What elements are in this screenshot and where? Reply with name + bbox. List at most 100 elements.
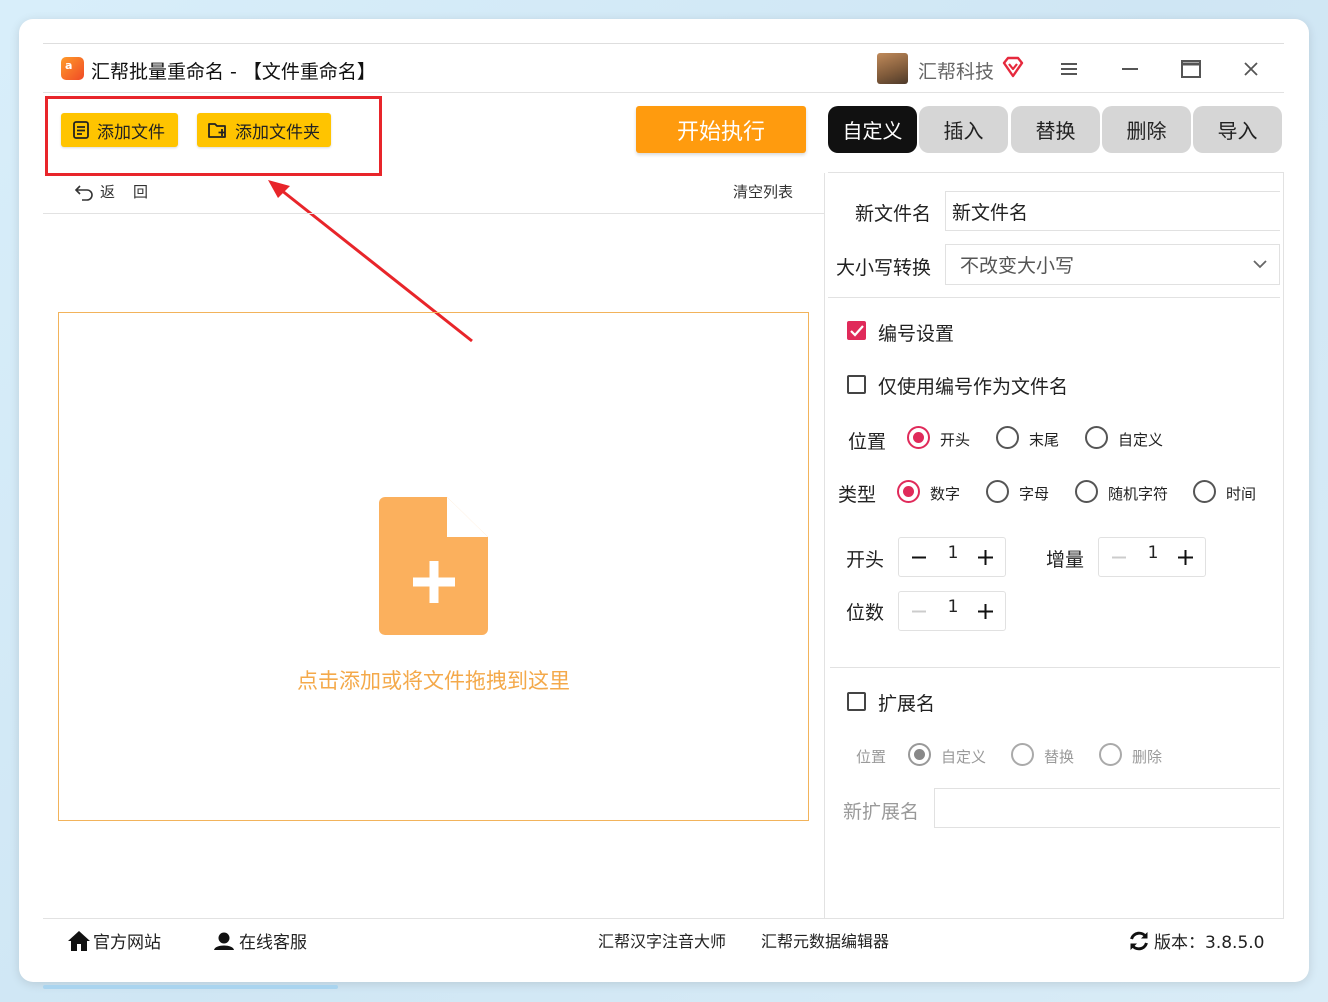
refresh-icon [1130,931,1148,950]
type-label: 类型 [838,484,877,506]
type-radio-number[interactable] [897,480,920,503]
start-minus-button[interactable] [901,538,937,576]
numbering-label: 编号设置 [878,323,955,345]
increment-value[interactable]: 1 [1135,543,1171,563]
tab-insert[interactable]: 插入 [919,106,1008,153]
support-user-icon [214,932,234,950]
type-option-number: 数字 [930,485,961,503]
type-option-time: 时间 [1226,485,1257,503]
increment-plus-button[interactable] [1167,538,1203,576]
minus-icon [1112,556,1126,558]
type-option-random: 随机字符 [1108,485,1169,503]
user-avatar[interactable] [877,53,908,84]
product-link-2[interactable]: 汇帮元数据编辑器 [761,928,889,952]
position-option-custom: 自定义 [1118,431,1164,449]
digits-minus-button[interactable] [901,592,937,630]
ext-option-delete: 删除 [1132,748,1163,766]
list-header-divider [43,213,824,214]
new-ext-input[interactable] [934,788,1280,828]
type-radio-time[interactable] [1193,480,1216,503]
type-radio-letter[interactable] [986,480,1009,503]
case-select[interactable]: 不改变大小写 [945,244,1280,285]
settings-top-divider [828,172,1284,173]
titlebar-divider [43,92,1284,93]
window-title: 汇帮批量重命名 - 【文件重命名】 [91,61,376,83]
ext-radio-custom[interactable] [908,743,931,766]
support-label: 在线客服 [239,933,307,953]
check-icon [850,325,864,337]
tab-delete[interactable]: 删除 [1102,106,1191,153]
start-value[interactable]: 1 [935,543,971,563]
start-plus-button[interactable] [967,538,1003,576]
digits-value[interactable]: 1 [935,597,971,617]
clear-list-button[interactable]: 清空列表 [733,181,793,202]
app-logo: a [61,57,84,80]
new-name-input[interactable]: 新文件名 [945,191,1280,231]
ext-option-custom: 自定义 [941,748,987,766]
start-value-label: 开头 [846,549,885,571]
position-radio-custom[interactable] [1085,426,1108,449]
file-drop-zone[interactable]: 点击添加或将文件拖拽到这里 [58,312,809,821]
vip-diamond-icon[interactable] [1001,55,1025,79]
increment-stepper[interactable]: 1 [1098,537,1206,577]
minus-icon [912,610,926,612]
minus-icon [912,556,926,558]
type-option-letter: 字母 [1019,485,1050,503]
position-radio-start[interactable] [907,426,930,449]
only-number-label: 仅使用编号作为文件名 [878,376,1069,398]
new-ext-label: 新扩展名 [843,801,920,823]
version-info[interactable]: 版本：3.8.5.0 [1128,928,1264,953]
extension-label: 扩展名 [878,693,936,715]
window-top-border [43,43,1284,44]
position-option-end: 末尾 [1029,431,1060,449]
maximize-icon[interactable] [1174,52,1208,86]
support-link[interactable]: 在线客服 [213,928,307,953]
position-option-start: 开头 [940,431,971,449]
increment-minus-button[interactable] [1101,538,1137,576]
plus-icon [1177,549,1193,565]
case-label: 大小写转换 [836,257,932,279]
tab-import[interactable]: 导入 [1193,106,1282,153]
panel-right-border [1283,173,1284,919]
settings-divider-2 [830,667,1280,668]
numbering-checkbox[interactable] [847,321,866,340]
only-number-checkbox[interactable] [847,375,866,394]
case-select-value: 不改变大小写 [960,255,1075,277]
product-link-1[interactable]: 汇帮汉字注音大师 [598,928,726,952]
settings-divider-1 [828,297,1280,298]
digits-label: 位数 [846,602,885,624]
ext-option-replace: 替换 [1044,748,1075,766]
app-logo-text: a [65,59,73,72]
type-radio-random[interactable] [1075,480,1098,503]
start-button[interactable]: 开始执行 [636,106,806,153]
digits-plus-button[interactable] [967,592,1003,630]
back-label: 返 [100,183,116,201]
tab-replace[interactable]: 替换 [1011,106,1100,153]
drop-hint-text: 点击添加或将文件拖拽到这里 [297,669,570,693]
tab-custom[interactable]: 自定义 [828,106,917,153]
taskbar-indicator [43,985,338,989]
increment-label: 增量 [1046,549,1085,571]
annotation-highlight-box [45,96,382,176]
start-value-stepper[interactable]: 1 [898,537,1006,577]
close-icon[interactable] [1234,52,1268,86]
menu-icon[interactable] [1052,52,1086,86]
brand-name: 汇帮科技 [918,61,995,83]
position-label: 位置 [848,431,887,453]
footer-divider [43,918,1284,919]
minimize-icon[interactable] [1113,52,1147,86]
add-document-icon [379,497,488,635]
ext-radio-replace[interactable] [1011,743,1034,766]
back-button[interactable]: 返 回 [74,181,148,202]
website-link[interactable]: 官方网站 [67,928,161,953]
plus-icon [977,603,993,619]
position-radio-end[interactable] [996,426,1019,449]
extension-checkbox[interactable] [847,692,866,711]
panel-divider [824,173,825,919]
ext-radio-delete[interactable] [1099,743,1122,766]
back-glyph-label: 回 [133,183,149,201]
plus-icon [977,549,993,565]
back-arrow-icon [74,184,93,201]
digits-stepper[interactable]: 1 [898,591,1006,631]
website-label: 官方网站 [93,933,161,953]
